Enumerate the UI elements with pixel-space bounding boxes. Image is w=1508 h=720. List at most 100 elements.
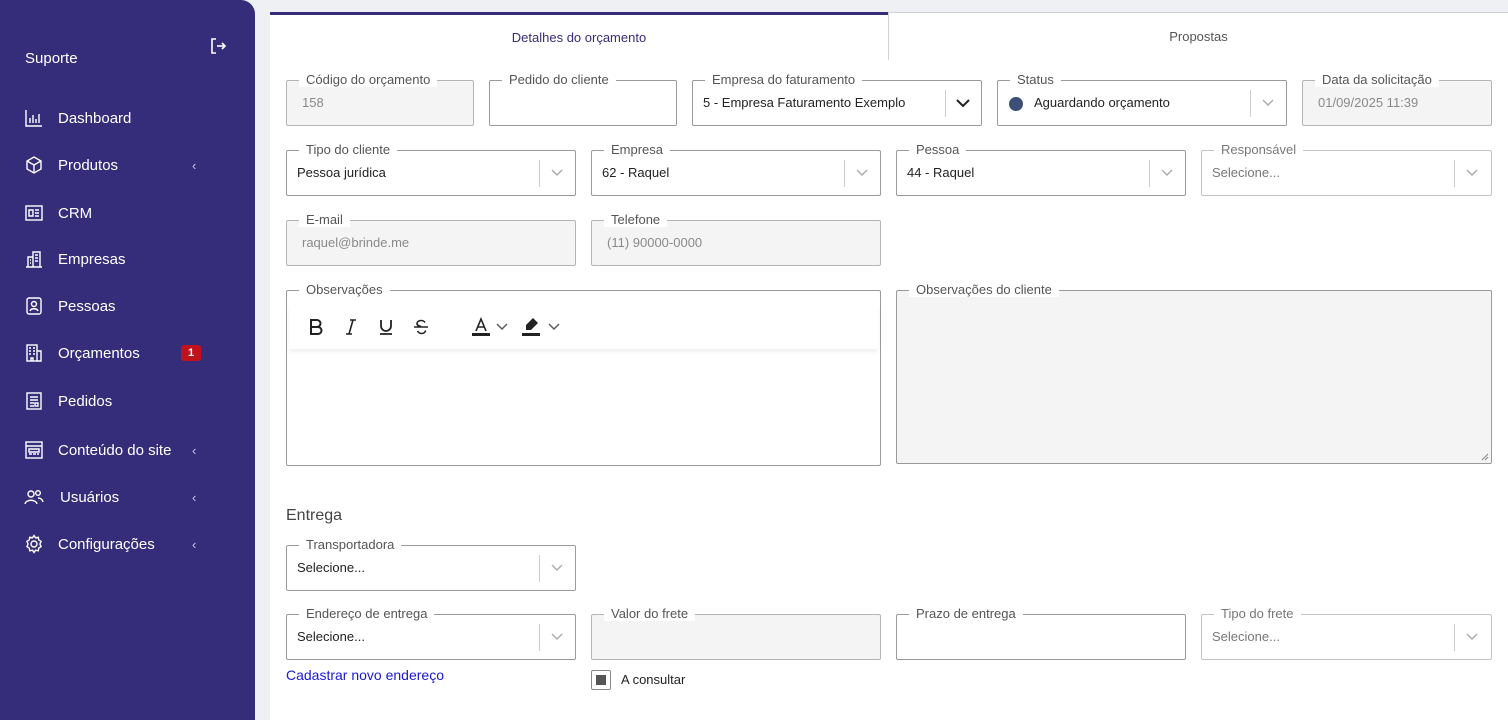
sidebar-item-label: Produtos xyxy=(58,156,119,174)
editor-toolbar xyxy=(289,305,878,349)
sidebar-item-produtos[interactable]: Produtos ‹ xyxy=(0,145,255,185)
select-separator xyxy=(539,624,540,651)
highlight-icon[interactable] xyxy=(519,315,543,339)
observacoes-cliente-textarea[interactable]: Observações do cliente xyxy=(896,283,1492,464)
field-placeholder: Selecione... xyxy=(297,560,365,575)
main-panel: Detalhes do orçamento Propostas Código d… xyxy=(270,12,1508,720)
field-value: (11) 90000-0000 xyxy=(607,235,703,250)
person-card-icon xyxy=(24,296,44,316)
sidebar-item-conteudo-do-site[interactable]: Conteúdo do site ‹ xyxy=(0,430,255,470)
a-consultar-checkbox[interactable] xyxy=(591,670,611,690)
field-label: Código do orçamento xyxy=(299,73,438,87)
field-placeholder: Selecione... xyxy=(297,629,365,644)
data-solicitacao-field: Data da solicitação 01/09/2025 11:39 xyxy=(1302,73,1492,126)
tab-propostas[interactable]: Propostas xyxy=(888,12,1508,60)
responsavel-select[interactable]: Responsável Selecione... xyxy=(1201,143,1492,196)
chevron-left-icon: ‹ xyxy=(192,157,197,173)
sidebar-item-configuracoes[interactable]: Configurações ‹ xyxy=(0,524,255,564)
select-separator xyxy=(539,160,540,187)
gear-icon xyxy=(24,534,44,554)
chevron-down-icon[interactable] xyxy=(1463,164,1481,182)
budget-building-icon xyxy=(24,343,44,363)
tipo-frete-select[interactable]: Tipo do frete Selecione... xyxy=(1201,607,1492,660)
sidebar-item-pessoas[interactable]: Pessoas xyxy=(0,286,255,326)
field-placeholder: Selecione... xyxy=(1212,165,1280,180)
users-icon xyxy=(24,487,44,507)
chevron-down-icon[interactable] xyxy=(853,164,871,182)
transportadora-select[interactable]: Transportadora Selecione... xyxy=(286,538,576,591)
codigo-orcamento-field: Código do orçamento 158 xyxy=(286,73,474,126)
field-label: Endereço de entrega xyxy=(299,607,435,621)
strikethrough-icon[interactable] xyxy=(411,315,431,339)
empresa-select[interactable]: Empresa 62 - Raquel xyxy=(591,143,881,196)
chevron-left-icon: ‹ xyxy=(192,489,197,505)
sidebar-item-empresas[interactable]: Empresas xyxy=(0,239,255,279)
sidebar-item-label: Conteúdo do site xyxy=(58,441,172,459)
sidebar-item-orcamentos[interactable]: Orçamentos 1 xyxy=(0,333,255,373)
sidebar-item-label: Dashboard xyxy=(58,109,132,127)
prazo-entrega-input[interactable]: Prazo de entrega xyxy=(896,607,1186,660)
sidebar-brand: Suporte xyxy=(25,50,78,67)
field-label: Status xyxy=(1010,73,1061,87)
chart-bar-icon xyxy=(24,108,44,128)
chevron-left-icon: ‹ xyxy=(192,442,197,458)
sidebar-item-label: CRM xyxy=(58,204,93,222)
field-label: Pedido do cliente xyxy=(502,73,616,87)
field-value: Aguardando orçamento xyxy=(1034,95,1170,110)
tab-bar: Detalhes do orçamento Propostas xyxy=(270,12,1508,61)
field-label: Pessoa xyxy=(909,143,967,157)
field-label: Valor do frete xyxy=(604,607,696,621)
field-label: Data da solicitação xyxy=(1315,73,1439,87)
sidebar-item-label: Configurações xyxy=(58,535,155,553)
italic-icon[interactable] xyxy=(341,315,361,339)
underline-icon[interactable] xyxy=(376,315,396,339)
chevron-down-icon[interactable] xyxy=(548,164,566,182)
tab-detalhes[interactable]: Detalhes do orçamento xyxy=(270,12,888,61)
sidebar-item-crm[interactable]: CRM xyxy=(0,193,255,233)
resize-handle-icon[interactable] xyxy=(1481,453,1489,461)
chevron-down-icon[interactable] xyxy=(954,94,972,112)
checkbox-indeterminate-mark xyxy=(596,675,606,685)
observacoes-editor[interactable]: Observações xyxy=(286,283,881,466)
field-label: Telefone xyxy=(604,213,668,227)
bold-icon[interactable] xyxy=(306,315,326,339)
chevron-down-icon[interactable] xyxy=(548,628,566,646)
field-label: Tipo do cliente xyxy=(299,143,398,157)
field-label: Responsável xyxy=(1214,143,1304,157)
status-dot xyxy=(1009,97,1023,111)
status-select[interactable]: Status Aguardando orçamento xyxy=(997,73,1287,126)
text-color-icon[interactable] xyxy=(469,315,493,339)
field-label: Empresa xyxy=(604,143,671,157)
chevron-down-icon[interactable] xyxy=(1158,164,1176,182)
chevron-down-icon[interactable] xyxy=(1463,628,1481,646)
sidebar-item-pedidos[interactable]: Pedidos xyxy=(0,381,255,421)
box-icon xyxy=(24,155,44,175)
logout-icon[interactable] xyxy=(209,37,227,55)
chevron-down-icon[interactable] xyxy=(548,559,566,577)
sidebar-item-label: Pedidos xyxy=(58,392,113,410)
a-consultar-label: A consultar xyxy=(621,672,686,687)
select-separator xyxy=(1454,160,1455,187)
field-value: Pessoa jurídica xyxy=(297,165,386,180)
field-value: 5 - Empresa Faturamento Exemplo xyxy=(703,95,906,110)
telefone-field: Telefone (11) 90000-0000 xyxy=(591,213,881,266)
site-layout-icon xyxy=(24,440,44,460)
sidebar-item-dashboard[interactable]: Dashboard xyxy=(0,98,255,138)
field-label: Tipo do frete xyxy=(1214,607,1301,621)
section-title-entrega: Entrega xyxy=(286,507,343,524)
field-placeholder: Selecione... xyxy=(1212,629,1280,644)
pedido-cliente-input[interactable]: Pedido do cliente xyxy=(489,73,677,126)
endereco-entrega-select[interactable]: Endereço de entrega Selecione... xyxy=(286,607,576,660)
empresa-faturamento-select[interactable]: Empresa do faturamento 5 - Empresa Fatur… xyxy=(692,73,982,126)
chevron-down-icon[interactable] xyxy=(495,315,509,339)
sidebar-item-usuarios[interactable]: Usuários ‹ xyxy=(0,477,255,517)
chevron-down-icon[interactable] xyxy=(547,315,561,339)
tipo-cliente-select[interactable]: Tipo do cliente Pessoa jurídica xyxy=(286,143,576,196)
pessoa-select[interactable]: Pessoa 44 - Raquel xyxy=(896,143,1186,196)
chevron-left-icon: ‹ xyxy=(192,536,197,552)
field-value: 158 xyxy=(302,95,324,110)
building-icon xyxy=(24,249,44,269)
chevron-down-icon[interactable] xyxy=(1259,94,1277,112)
document-icon xyxy=(24,391,44,411)
cadastrar-endereco-link[interactable]: Cadastrar novo endereço xyxy=(286,667,444,683)
